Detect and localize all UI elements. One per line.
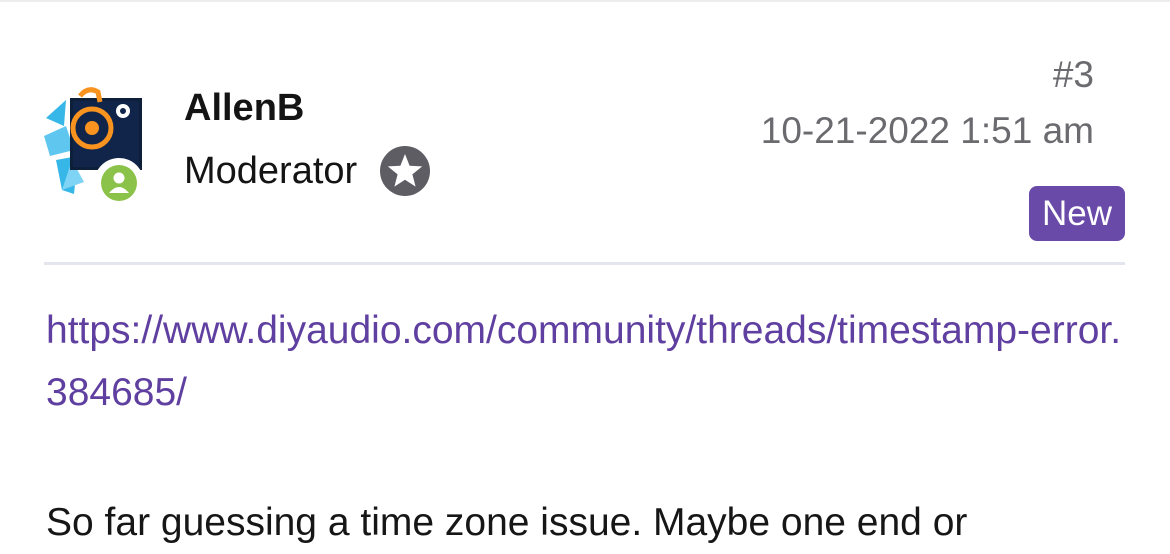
author-role: Moderator bbox=[184, 150, 358, 192]
post-body-text: So far guessing a time zone issue. Maybe… bbox=[46, 501, 968, 544]
online-badge bbox=[94, 158, 144, 208]
star-icon bbox=[380, 146, 431, 196]
post-timestamp: 10-21-2022 1:51 am bbox=[760, 110, 1094, 151]
author-avatar[interactable] bbox=[44, 86, 154, 212]
post-body-link[interactable]: https://www.diyaudio.com/community/threa… bbox=[46, 300, 1131, 424]
author-name[interactable]: AllenB bbox=[184, 84, 304, 132]
post-number-link[interactable]: #3 bbox=[1053, 52, 1094, 98]
header-divider bbox=[44, 262, 1125, 265]
author-role-row: Moderator bbox=[184, 144, 431, 198]
top-separator bbox=[0, 0, 1170, 2]
user-icon bbox=[109, 172, 129, 193]
new-badge: New bbox=[1028, 186, 1125, 241]
